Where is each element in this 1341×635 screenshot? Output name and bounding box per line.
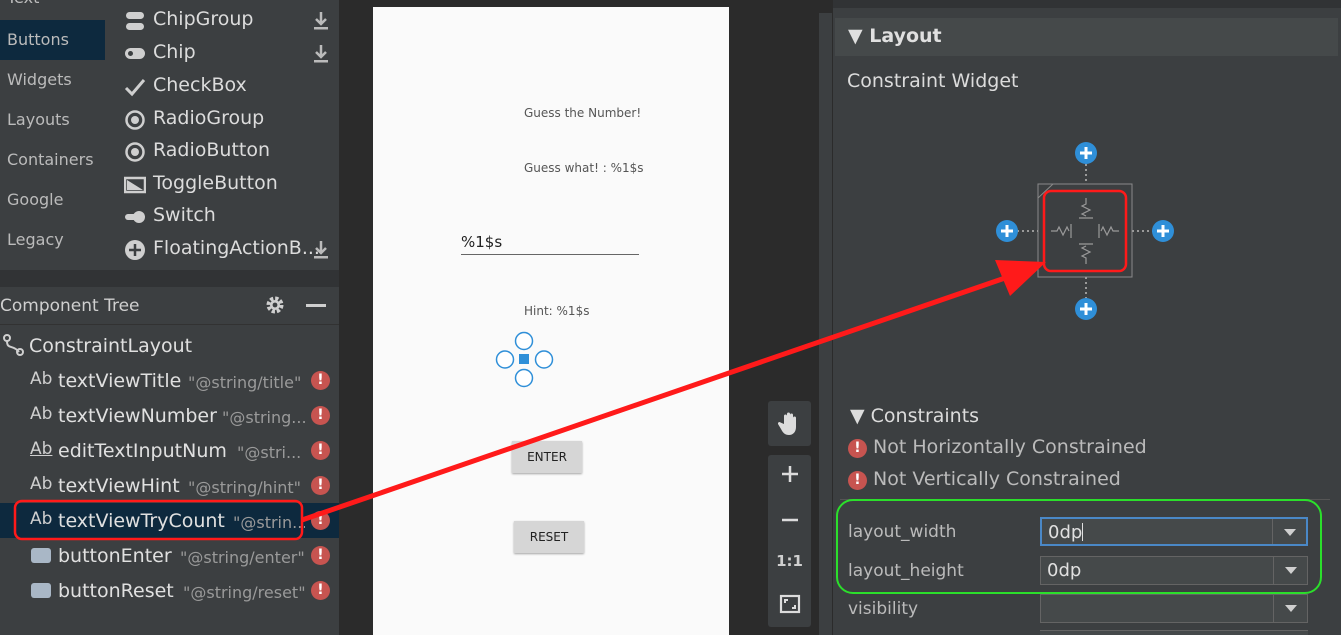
error-icon[interactable]: ! (311, 476, 330, 495)
preview-input-field[interactable]: %1$s (461, 233, 639, 255)
textview-icon: Ab (30, 404, 53, 424)
textview-icon: Ab (30, 474, 53, 494)
button-icon (31, 583, 51, 598)
checkbox-icon (123, 76, 147, 98)
preview-title-text[interactable]: Guess the Number! (524, 106, 641, 120)
category-text[interactable]: Text (0, 0, 105, 18)
collapse-triangle-icon: ▼ (848, 25, 870, 47)
collapse-icon[interactable] (306, 304, 326, 307)
palette-item-radiobutton[interactable]: RadioButton (105, 135, 339, 168)
tree-root-label: ConstraintLayout (29, 335, 193, 357)
category-containers[interactable]: Containers (0, 140, 105, 180)
visibility-field[interactable] (1040, 594, 1308, 623)
palette-item-togglebutton[interactable]: ToggleButton (105, 168, 339, 201)
tree-row[interactable]: Ab textViewTitle "@string/title" ! (0, 363, 339, 398)
palette-item-switch[interactable]: Switch (105, 200, 339, 233)
preview-number-text[interactable]: Guess what! : %1$s (524, 161, 644, 175)
constraints-section-title[interactable]: ▼ Constraints (850, 405, 979, 427)
layout-height-field[interactable]: 0dp (1040, 556, 1308, 585)
palette-item-radiogroup[interactable]: RadioGroup (105, 103, 339, 136)
tree-row[interactable]: Ab editTextInputNum "@stri... ! (0, 433, 339, 468)
textview-icon: Ab (30, 369, 53, 389)
layout-width-field[interactable]: 0dp (1040, 517, 1308, 546)
tree-row[interactable]: Ab textViewNumber "@string... ! (0, 398, 339, 433)
constraint-layout-icon (3, 334, 25, 360)
add-left-constraint-icon (996, 220, 1018, 242)
component-tree-title: Component Tree (0, 296, 140, 316)
attributes-top-bar (833, 0, 1341, 8)
pan-hand-icon[interactable] (768, 410, 811, 440)
warning-vertical: ! Not Vertically Constrained (848, 468, 1121, 490)
category-legacy[interactable]: Legacy (0, 220, 105, 260)
tree-row-selected[interactable]: Ab textViewTryCount "@strin... ! (0, 503, 339, 538)
error-icon[interactable]: ! (311, 371, 330, 390)
textview-icon: Ab (30, 509, 53, 529)
preview-hint-text[interactable]: Hint: %1$s (524, 304, 589, 318)
layout-section-title[interactable]: ▼ Layout (848, 25, 942, 47)
constraint-widget[interactable] (993, 140, 1179, 322)
actual-size-button[interactable]: 1:1 (768, 552, 811, 570)
collapse-triangle-icon: ▼ (850, 405, 871, 427)
add-right-constraint-icon (1152, 220, 1174, 242)
palette-item-chip[interactable]: Chip (105, 37, 339, 70)
zoom-in-icon[interactable] (768, 464, 811, 488)
component-tree: Component Tree ConstraintLayout Ab textV… (0, 287, 339, 635)
next-field[interactable] (1040, 630, 1308, 635)
error-icon: ! (848, 439, 867, 458)
chip-icon (123, 43, 147, 65)
add-bottom-constraint-icon (1075, 298, 1097, 320)
download-icon[interactable] (312, 43, 330, 65)
visibility-label: visibility (848, 599, 919, 619)
tree-row-constraintlayout[interactable]: ConstraintLayout (0, 328, 339, 363)
section-divider (840, 499, 1330, 500)
chip-group-icon (123, 10, 147, 32)
error-icon[interactable]: ! (311, 546, 330, 565)
android-studio-layout-editor: Text Buttons Widgets Layouts Containers … (0, 0, 1341, 635)
tree-row[interactable]: buttonReset "@string/reset" ! (0, 573, 339, 608)
download-icon[interactable] (312, 10, 330, 32)
download-icon[interactable] (312, 239, 330, 261)
category-layouts[interactable]: Layouts (0, 100, 105, 140)
component-tree-header: Component Tree (0, 287, 339, 325)
zoom-out-icon[interactable] (768, 510, 811, 534)
edittext-icon: Ab (30, 439, 53, 459)
toggle-button-icon (123, 174, 147, 196)
chevron-down-icon[interactable] (1273, 595, 1307, 622)
warning-horizontal: ! Not Horizontally Constrained (848, 436, 1147, 458)
selection-handles[interactable] (494, 331, 556, 389)
palette-categories: Text Buttons Widgets Layouts Containers … (0, 0, 105, 270)
palette-item-checkbox[interactable]: CheckBox (105, 70, 339, 103)
tree-row[interactable]: buttonEnter "@string/enter" ! (0, 538, 339, 573)
layout-height-label: layout_height (848, 561, 964, 581)
error-icon: ! (848, 471, 867, 490)
gear-icon[interactable] (264, 294, 286, 316)
palette-items: ChipGroup Chip CheckBox RadioGroup Radio… (105, 0, 339, 270)
chevron-down-icon[interactable] (1273, 557, 1307, 584)
error-icon[interactable]: ! (311, 511, 330, 530)
preview-reset-button[interactable]: RESET (514, 521, 584, 553)
error-icon[interactable]: ! (311, 441, 330, 460)
palette-item-floatingactionbutton[interactable]: FloatingActionB... (105, 233, 339, 266)
fit-screen-icon[interactable] (768, 594, 811, 618)
error-icon[interactable]: ! (311, 406, 330, 425)
fab-icon (123, 239, 147, 261)
category-widgets[interactable]: Widgets (0, 60, 105, 100)
palette-item-chipgroup[interactable]: ChipGroup (105, 4, 339, 37)
add-top-constraint-icon (1075, 142, 1097, 164)
constraint-widget-title: Constraint Widget (847, 70, 1019, 92)
layout-width-label: layout_width (848, 522, 957, 542)
button-icon (31, 548, 51, 563)
radio-group-icon (123, 109, 147, 131)
switch-icon (123, 206, 147, 228)
category-buttons[interactable]: Buttons (0, 20, 105, 60)
chevron-down-icon[interactable] (1272, 519, 1306, 544)
tree-row[interactable]: Ab textViewHint "@string/hint" ! (0, 468, 339, 503)
error-icon[interactable]: ! (311, 581, 330, 600)
canvas-scrollbar[interactable] (819, 13, 832, 635)
radio-button-icon (123, 141, 147, 163)
preview-enter-button[interactable]: ENTER (512, 441, 582, 473)
category-google[interactable]: Google (0, 180, 105, 220)
panel-divider[interactable] (0, 270, 339, 287)
